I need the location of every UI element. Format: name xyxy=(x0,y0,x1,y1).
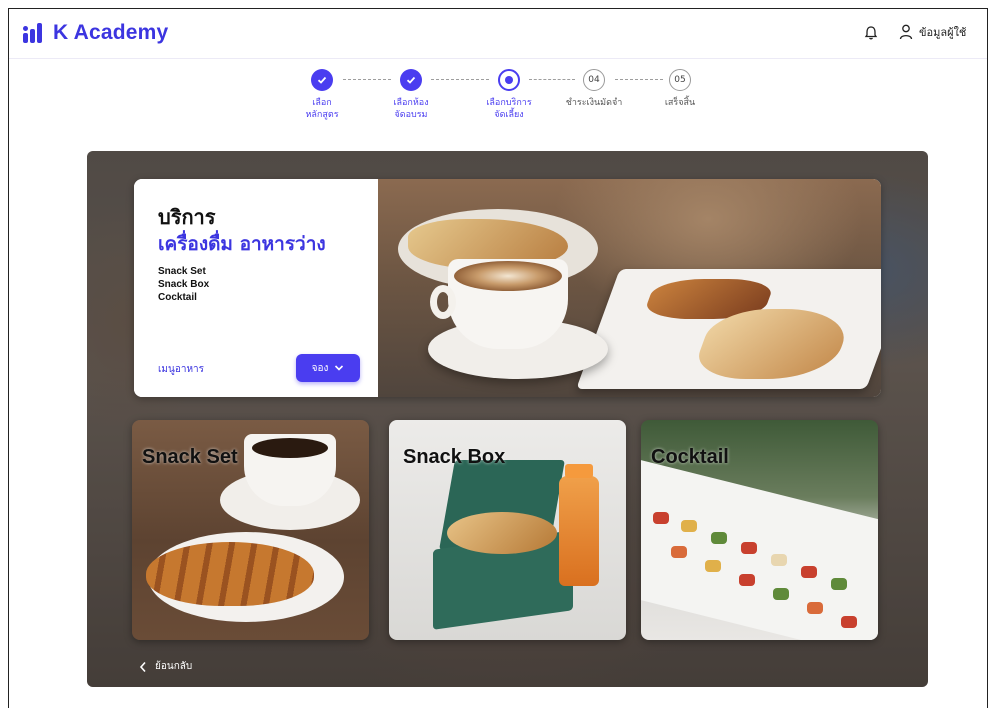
step-number: 04 xyxy=(583,69,605,91)
step-label: จัดเลี้ยง xyxy=(494,110,524,120)
check-icon xyxy=(400,69,422,91)
app-logo[interactable]: K Academy xyxy=(23,21,168,45)
booking-stepper: เลือกหลักสูตร เลือกห้องจัดอบรม เลือกบริก… xyxy=(279,69,719,139)
chevron-down-icon xyxy=(335,365,344,371)
back-button-label: ย้อนกลับ xyxy=(155,661,193,672)
step-label: ชำระเงินมัดจำ xyxy=(565,98,623,108)
logo-bars-icon xyxy=(23,23,43,43)
juice-bottle-image xyxy=(559,464,599,586)
step-label: เลือกบริการ xyxy=(486,98,532,108)
tile-title: Snack Box xyxy=(403,446,506,468)
service-item: Snack Box xyxy=(158,279,210,290)
service-card: บริการ เครื่องดื่ม อาหารว่าง Snack Set S… xyxy=(134,179,881,397)
service-title: บริการ xyxy=(158,205,216,229)
app-window: K Academy ข้อมูลผู้ใช้ เลือก หลักสูตร เล… xyxy=(8,8,988,708)
menu-link[interactable]: เมนูอาหาร xyxy=(158,362,204,377)
step-number: 05 xyxy=(669,69,691,91)
step-label: หลักสูตร xyxy=(305,110,339,120)
back-button[interactable]: ย้อนกลับ xyxy=(139,659,192,674)
current-step-indicator xyxy=(498,69,520,91)
step-label: จัดอบรม xyxy=(394,110,428,120)
check-icon xyxy=(311,69,333,91)
service-card-info: บริการ เครื่องดื่ม อาหารว่าง Snack Set S… xyxy=(134,179,378,397)
snack-set-tile[interactable]: Snack Set xyxy=(132,420,369,640)
user-menu[interactable]: ข้อมูลผู้ใช้ xyxy=(899,23,966,41)
service-item-list: Snack Set Snack Box Cocktail xyxy=(158,265,378,304)
step-2[interactable]: เลือกห้องจัดอบรม xyxy=(366,69,456,121)
user-menu-label: ข้อมูลผู้ใช้ xyxy=(919,26,967,39)
step-label: เลือกห้อง xyxy=(393,98,429,108)
top-header: K Academy ข้อมูลผู้ใช้ xyxy=(9,9,987,59)
tile-title: Snack Set xyxy=(142,446,238,468)
coffee-cup-image xyxy=(244,434,336,506)
service-item: Cocktail xyxy=(158,292,197,303)
app-name: K Academy xyxy=(53,21,169,44)
snack-box-tile[interactable]: Snack Box xyxy=(389,420,626,640)
step-label: เสร็จสิ้น xyxy=(664,98,696,108)
step-1[interactable]: เลือกหลักสูตร xyxy=(277,69,367,121)
coffee-pastry-photo xyxy=(378,179,881,397)
tile-title: Cocktail xyxy=(651,446,729,468)
user-icon xyxy=(899,24,913,40)
book-button-label: จอง xyxy=(311,362,329,374)
step-5[interactable]: 05 เสร็จสิ้น xyxy=(635,69,725,109)
bell-icon[interactable] xyxy=(863,25,879,41)
book-dropdown-button[interactable]: จอง xyxy=(296,354,360,382)
step-4[interactable]: 04 ชำระเงินมัดจำ xyxy=(549,69,639,109)
step-label: เลือก xyxy=(312,98,332,108)
step-3[interactable]: เลือกบริการจัดเลี้ยง xyxy=(464,69,554,121)
croissant-image xyxy=(146,542,314,606)
catering-hero: บริการ เครื่องดื่ม อาหารว่าง Snack Set S… xyxy=(87,151,928,687)
cocktail-tile[interactable]: Cocktail xyxy=(641,420,878,640)
chevron-left-icon xyxy=(139,661,146,672)
service-subtitle: เครื่องดื่ม อาหารว่าง xyxy=(158,233,326,255)
service-item: Snack Set xyxy=(158,266,206,277)
